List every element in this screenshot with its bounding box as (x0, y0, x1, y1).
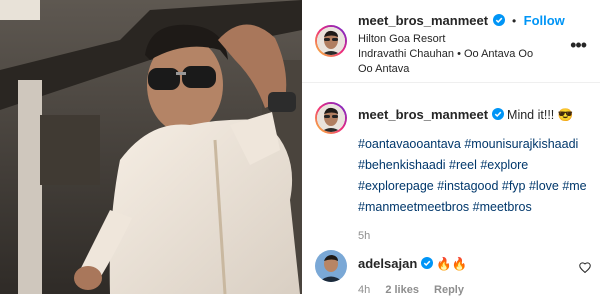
reply-button[interactable]: Reply (434, 284, 464, 296)
verified-badge-icon (492, 14, 505, 26)
follow-button[interactable]: Follow (524, 13, 565, 28)
comment-username[interactable]: adelsajan (358, 256, 417, 271)
avatar-portrait (317, 27, 345, 55)
caption-avatar[interactable] (315, 102, 347, 134)
commenter-avatar[interactable] (315, 250, 347, 282)
dot-separator: • (511, 14, 517, 28)
avatar-portrait (317, 104, 345, 132)
header-title-row: meet_bros_manmeet • Follow (358, 12, 565, 30)
caption-timestamp: 5h (358, 230, 371, 242)
comment-meta-row: 4h 2 likes Reply (358, 284, 464, 296)
reel-video-frame (0, 0, 302, 294)
location-link[interactable]: Hilton Goa Resort (358, 32, 445, 47)
caption-hashtags[interactable]: #oantavaooantava #mounisurajkishaadi #be… (358, 134, 594, 218)
comment-row: adelsajan 🔥🔥 (358, 256, 467, 272)
comment-likes-count[interactable]: 2 likes (385, 284, 419, 296)
author-username[interactable]: meet_bros_manmeet (358, 13, 488, 28)
verified-badge-icon (420, 257, 433, 269)
avatar-portrait (315, 250, 347, 282)
instagram-post-view: meet_bros_manmeet • Follow Hilton Goa Re… (0, 0, 600, 296)
like-heart-icon[interactable] (579, 262, 591, 273)
caption-username[interactable]: meet_bros_manmeet (358, 107, 488, 122)
audio-link[interactable]: Indravathi Chauhan • Oo Antava Oo Oo Ant… (358, 47, 538, 77)
author-avatar[interactable] (315, 25, 347, 57)
post-media[interactable] (0, 0, 302, 294)
caption-block: meet_bros_manmeet Mind it!!! 😎 #oantavao… (358, 104, 594, 247)
verified-badge-icon (491, 108, 504, 120)
more-options-icon[interactable]: ••• (570, 35, 587, 56)
post-side-panel: meet_bros_manmeet • Follow Hilton Goa Re… (302, 0, 600, 296)
comment-text: 🔥🔥 (436, 257, 468, 271)
post-header: meet_bros_manmeet • Follow Hilton Goa Re… (302, 0, 600, 83)
caption-text: Mind it!!! 😎 (507, 108, 574, 122)
comment-timestamp: 4h (358, 284, 371, 296)
